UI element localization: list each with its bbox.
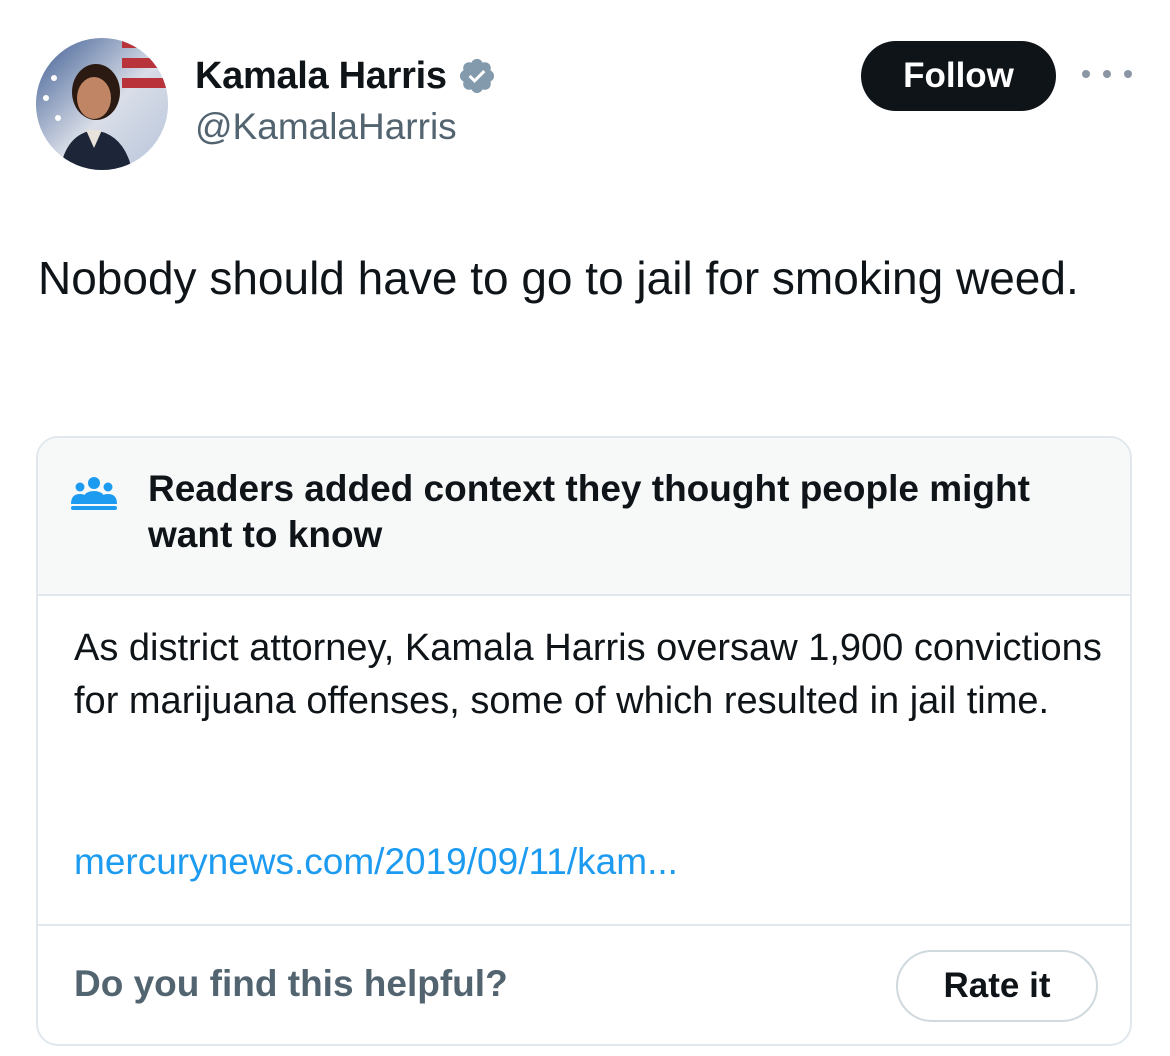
avatar[interactable] bbox=[36, 38, 168, 170]
tweet-text: Nobody should have to go to jail for smo… bbox=[38, 252, 1079, 304]
helpful-prompt: Do you find this helpful? bbox=[74, 963, 508, 1004]
community-note-header: Readers added context they thought peopl… bbox=[38, 438, 1130, 596]
more-horizontal-icon[interactable] bbox=[1082, 62, 1132, 86]
name-row: Kamala Harris bbox=[195, 52, 497, 100]
community-note-body: As district attorney, Kamala Harris over… bbox=[74, 627, 1102, 722]
source-link[interactable]: mercurynews.com/2019/09/11/kam... bbox=[74, 841, 678, 883]
handle[interactable]: @KamalaHarris bbox=[195, 106, 497, 148]
tweet-card: Kamala Harris @KamalaHarris Follow Nobod… bbox=[0, 0, 1170, 1056]
display-name[interactable]: Kamala Harris bbox=[195, 55, 447, 98]
readers-group-icon bbox=[71, 474, 117, 514]
community-note: Readers added context they thought peopl… bbox=[36, 436, 1132, 1046]
profile-photo-icon bbox=[36, 38, 168, 170]
community-note-title: Readers added context they thought peopl… bbox=[148, 468, 1030, 555]
follow-button[interactable]: Follow bbox=[861, 41, 1056, 111]
rate-it-button[interactable]: Rate it bbox=[896, 950, 1098, 1022]
divider bbox=[38, 924, 1130, 926]
author-block: Kamala Harris @KamalaHarris bbox=[195, 52, 497, 148]
verified-badge-icon bbox=[457, 56, 497, 96]
